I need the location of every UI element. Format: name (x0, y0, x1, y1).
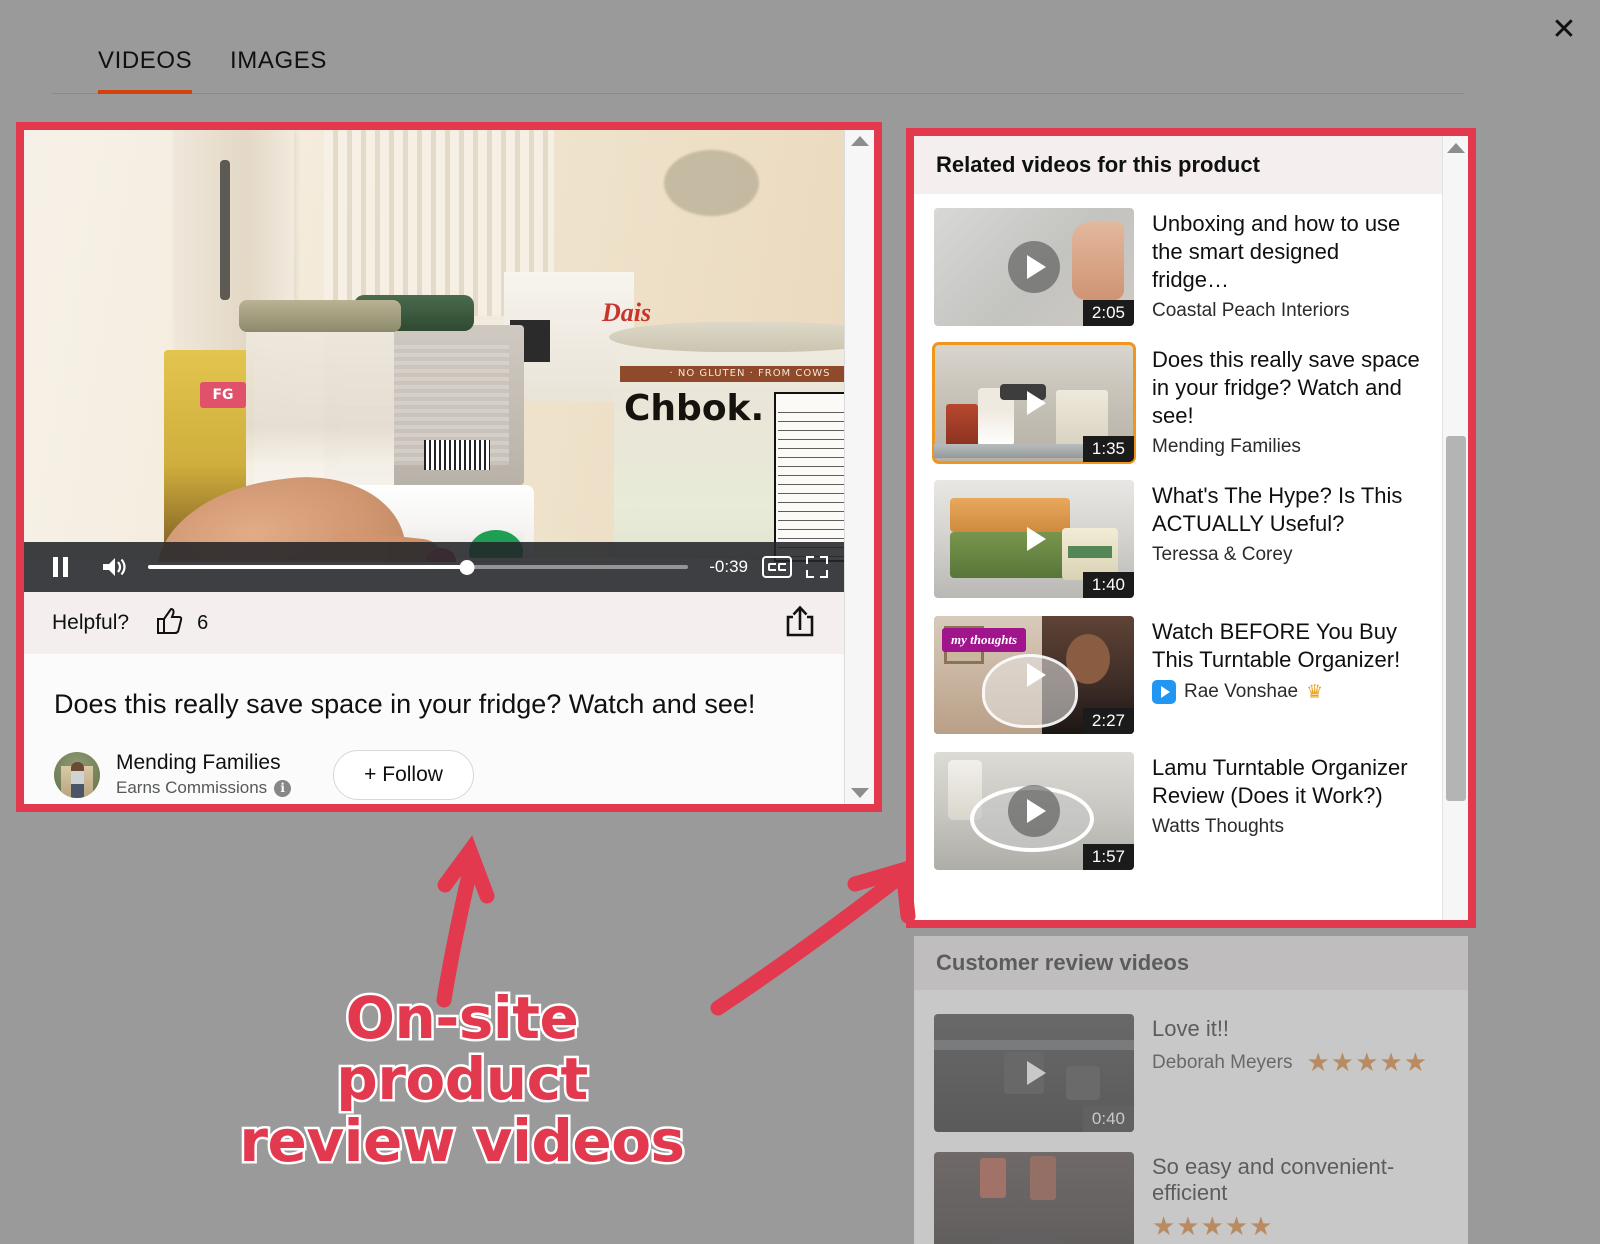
related-videos-panel: Related videos for this product 2:05 Unb… (914, 136, 1442, 920)
annotation-line-2: review videos (237, 1106, 688, 1175)
video-author-text: Rae Vonshae (1184, 681, 1299, 703)
tab-images-label: IMAGES (230, 47, 327, 74)
video-duration: 2:05 (1082, 300, 1134, 326)
scroll-down-icon[interactable] (850, 788, 869, 798)
star-rating: ★★★★★ (1306, 1048, 1428, 1078)
helpful-label: Helpful? (52, 611, 130, 634)
video-player-highlight-frame: Dais Chbok. FG (16, 122, 882, 812)
crown-icon: ♛ (1306, 681, 1324, 704)
tab-videos[interactable]: VIDEOS (98, 34, 193, 94)
play-icon[interactable] (1008, 649, 1060, 701)
play-icon[interactable] (1008, 377, 1060, 429)
fullscreen-icon[interactable] (806, 556, 828, 578)
video-thumbnail[interactable]: my thoughts 2:27 (934, 616, 1134, 734)
related-videos-scrollbar[interactable] (1442, 136, 1468, 920)
video-title: Unboxing and how to use the smart design… (1152, 211, 1401, 293)
share-icon[interactable] (784, 604, 816, 643)
list-item[interactable]: my thoughts 2:27 Watch BEFORE You Buy Th… (914, 608, 1442, 744)
captions-icon[interactable] (762, 556, 792, 578)
list-item[interactable]: 1:57 Lamu Turntable Organizer Review (Do… (914, 744, 1442, 880)
thumbnail-overlay-badge: my thoughts (942, 628, 1027, 652)
youtube-play-badge-icon (1152, 680, 1176, 705)
star-rating: ★★★★★ (1152, 1212, 1274, 1242)
earns-commissions-text: Earns Commissions (116, 778, 268, 798)
annotation-text: On-site product review videos (212, 984, 712, 1175)
scroll-up-icon[interactable] (850, 136, 869, 146)
list-item[interactable]: 2:05 Unboxing and how to use the smart d… (914, 200, 1442, 336)
tab-videos-label: VIDEOS (98, 47, 193, 74)
pause-icon[interactable] (40, 547, 80, 587)
related-videos-highlight-frame: Related videos for this product 2:05 Unb… (906, 128, 1476, 928)
video-thumbnail-selected[interactable]: 1:35 (932, 342, 1136, 464)
related-videos-header: Related videos for this product (914, 136, 1442, 194)
video-meta: Does this really save space in your frid… (24, 654, 844, 804)
customer-review-videos-header: Customer review videos (914, 936, 1468, 990)
video-progress-slider[interactable] (148, 557, 688, 577)
review-title: Love it!! (1152, 1016, 1230, 1041)
video-author: Coastal Peach Interiors (1152, 300, 1422, 322)
list-item[interactable]: 1:35 Does this really save space in your… (914, 336, 1442, 472)
video-author: Mending Families (1152, 436, 1422, 458)
volume-icon[interactable] (94, 547, 134, 587)
video-author: Rae Vonshae ♛ (1152, 680, 1422, 705)
play-icon[interactable] (1008, 513, 1060, 565)
list-item[interactable]: 1:40 What's The Hype? Is This ACTUALLY U… (914, 472, 1442, 608)
video-duration: 2:27 (1082, 708, 1134, 734)
channel-name[interactable]: Mending Families (116, 751, 291, 775)
play-icon[interactable] (1008, 241, 1060, 293)
video-author: Teressa & Corey (1152, 544, 1422, 566)
annotation-line-1: On-site product (334, 984, 591, 1114)
review-title: So easy and convenient-efficient (1152, 1154, 1395, 1205)
video-title: Does this really save space in your frid… (1152, 347, 1420, 429)
video-author-text: Mending Families (1152, 436, 1301, 458)
play-icon[interactable] (1008, 785, 1060, 837)
video-duration: 0:40 (1082, 1106, 1134, 1132)
video-title: Lamu Turntable Organizer Review (Does it… (1152, 755, 1408, 809)
list-item[interactable]: So easy and convenient-efficient ★★★★★ (914, 1142, 1468, 1244)
list-item[interactable]: 0:40 Love it!! Deborah Meyers ★★★★★ (914, 1004, 1468, 1142)
video-thumbnail[interactable]: 1:40 (934, 480, 1134, 598)
tab-images[interactable]: IMAGES (230, 34, 327, 93)
video-thumbnail[interactable] (934, 1152, 1134, 1244)
video-time-remaining: -0:39 (709, 557, 748, 576)
video-title: Watch BEFORE You Buy This Turntable Orga… (1152, 619, 1401, 673)
helpful-bar: Helpful? 6 (24, 592, 844, 654)
video-thumbnail[interactable]: 0:40 (934, 1014, 1134, 1132)
media-tab-bar: VIDEOS IMAGES (52, 34, 1464, 94)
video-player-panel: Dais Chbok. FG (24, 130, 844, 804)
video-thumbnail[interactable]: 1:57 (934, 752, 1134, 870)
play-icon[interactable] (1008, 1047, 1060, 1099)
scrollbar-thumb[interactable] (1446, 436, 1466, 801)
follow-button[interactable]: + Follow (333, 749, 474, 800)
customer-review-videos-section: Customer review videos 0:40 Love it!! De… (914, 936, 1468, 1244)
video-controls: -0:39 (24, 542, 844, 592)
helpful-count: 6 (197, 611, 209, 634)
earns-commissions-label: Earns Commissions i (116, 778, 292, 798)
video-author-text: Watts Thoughts (1152, 816, 1285, 838)
video-title: What's The Hype? Is This ACTUALLY Useful… (1152, 483, 1403, 537)
video-author: Watts Thoughts (1152, 816, 1422, 838)
screenshot-root: ✕ VIDEOS IMAGES Dais · NO GLUTEN · FROM … (0, 0, 1600, 1244)
avatar (54, 751, 100, 798)
video-duration: 1:57 (1082, 844, 1134, 870)
video-thumbnail[interactable]: 2:05 (934, 208, 1134, 326)
video-duration: 1:35 (1082, 436, 1134, 462)
video-title: Does this really save space in your frid… (54, 689, 756, 719)
close-icon[interactable]: ✕ (1542, 8, 1586, 52)
related-videos-list: 2:05 Unboxing and how to use the smart d… (914, 194, 1442, 880)
video-duration: 1:40 (1082, 572, 1134, 598)
review-author: Deborah Meyers (1152, 1052, 1293, 1073)
player-scrollbar[interactable] (844, 130, 874, 804)
video-author-text: Coastal Peach Interiors (1152, 300, 1350, 322)
thumbs-up-icon[interactable] (155, 607, 185, 640)
info-icon[interactable]: i (274, 779, 292, 797)
video-frame[interactable]: Dais Chbok. FG (24, 130, 844, 562)
video-author-text: Teressa & Corey (1152, 544, 1293, 566)
scroll-up-icon[interactable] (1446, 143, 1465, 153)
